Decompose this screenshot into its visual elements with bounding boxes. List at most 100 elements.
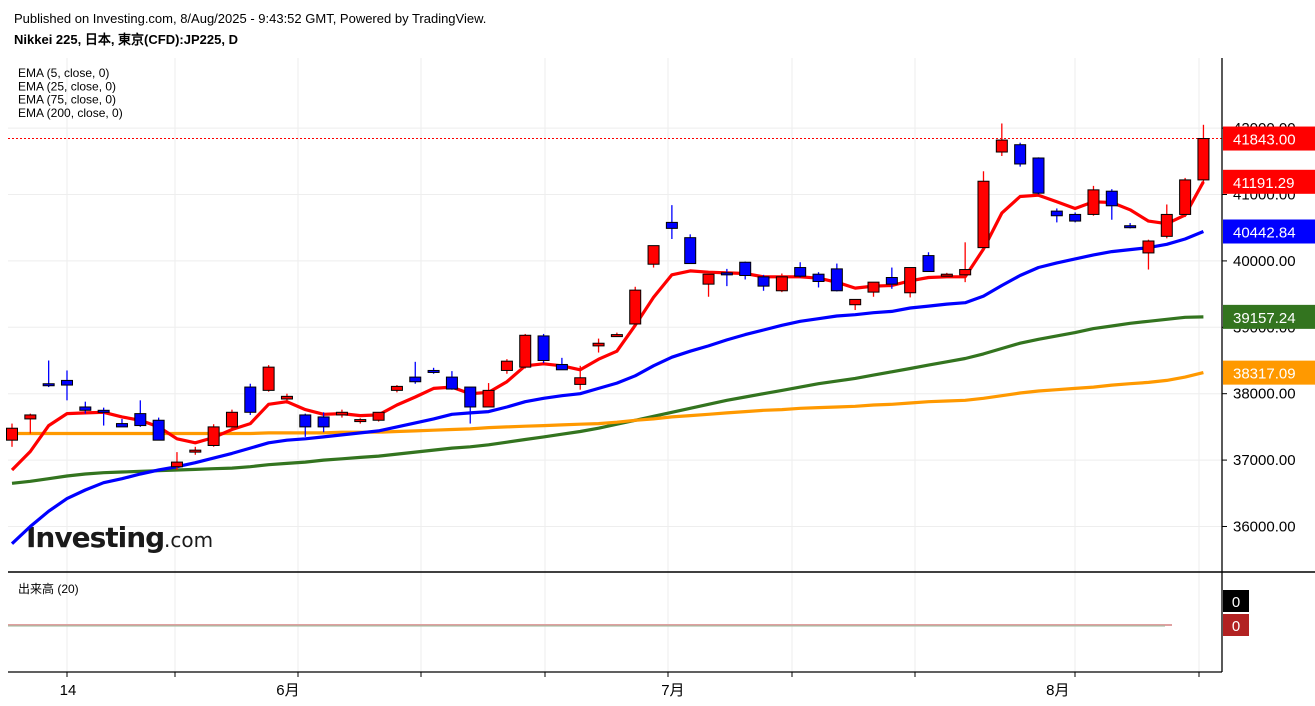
candle-body: [1032, 157, 1045, 194]
y-tick-label: 36000.00: [1233, 518, 1296, 535]
candle-body: [1197, 138, 1210, 181]
candle: [372, 411, 385, 422]
ema200-tag: 39157.24: [1223, 304, 1315, 329]
candle: [647, 245, 660, 268]
candle-body: [959, 269, 972, 276]
candle-body: [940, 273, 953, 277]
time-axis[interactable]: 14 6月 7月 8月: [60, 672, 1200, 699]
candle: [1105, 189, 1118, 220]
candle-body: [1105, 190, 1118, 207]
candle-body: [97, 409, 110, 413]
candle: [445, 371, 458, 390]
candle-body: [500, 360, 513, 371]
candle: [1124, 223, 1137, 229]
candle: [757, 274, 770, 291]
candle-body: [354, 419, 367, 423]
ema-legend-item: EMA (75, close, 0): [18, 93, 116, 107]
candle-body: [207, 426, 220, 446]
y-tick-label: 40000.00: [1233, 253, 1296, 270]
candle: [427, 367, 440, 374]
candle-body: [445, 376, 458, 390]
candle-body: [1160, 213, 1173, 237]
candlestick-chart[interactable]: Investing .com EMA (5, close, 0)EMA (25,…: [0, 0, 1315, 706]
candle: [684, 234, 697, 265]
ema25-tag: 40442.84: [1223, 219, 1315, 244]
last-price-tag-text: 41843.00: [1233, 132, 1296, 149]
volume-ma-tag: 0: [1223, 614, 1249, 636]
candle-body: [335, 411, 348, 416]
grid-lines: [8, 58, 1222, 672]
candle-body: [1087, 189, 1100, 215]
x-tick-label: 6月: [276, 682, 299, 699]
y-tick-label: 37000.00: [1233, 452, 1296, 469]
candle: [390, 385, 403, 393]
candle-body: [280, 395, 293, 400]
candle-body: [372, 411, 385, 421]
candle: [1087, 185, 1100, 216]
candle-body: [1142, 240, 1155, 254]
candle: [115, 418, 128, 428]
ema25-line: [10, 230, 1205, 545]
candle-body: [24, 414, 37, 420]
indicator-legend: EMA (5, close, 0)EMA (25, close, 0)EMA (…: [18, 66, 123, 120]
candle-body: [134, 413, 147, 427]
candle-body: [977, 180, 990, 249]
volume-pane: 出来高 (20) 0 0: [8, 581, 1249, 636]
candle-body: [152, 419, 165, 441]
candle: [592, 338, 605, 353]
candle: [152, 417, 165, 441]
candle: [482, 383, 495, 408]
chart-frame: [8, 58, 1315, 673]
candle: [207, 424, 220, 447]
candle-body: [1124, 225, 1137, 229]
candle: [500, 359, 513, 374]
candle-body: [1014, 144, 1027, 165]
candles: [6, 123, 1210, 471]
candle-body: [427, 369, 440, 373]
candle: [1197, 124, 1210, 184]
candle: [812, 272, 825, 288]
candle-body: [1069, 213, 1082, 222]
x-tick-label: 7月: [661, 682, 684, 699]
candle-body: [482, 389, 495, 408]
candle: [702, 273, 715, 297]
y-tick-label: 38000.00: [1233, 386, 1296, 403]
volume-ma-text: 0: [1232, 618, 1240, 635]
candle-body: [537, 335, 550, 361]
candle-body: [225, 411, 238, 428]
candle-body: [757, 276, 770, 287]
candle: [849, 298, 862, 311]
last-price-tag: 41843.00: [1223, 126, 1315, 151]
candle-body: [6, 427, 18, 441]
candle: [537, 333, 550, 364]
candle-body: [995, 139, 1008, 153]
candle-body: [830, 268, 843, 292]
candle-body: [629, 289, 642, 325]
candle-body: [115, 423, 128, 428]
candle: [60, 370, 73, 401]
candle: [1050, 208, 1063, 223]
candle: [1014, 142, 1027, 167]
candle-body: [409, 376, 422, 383]
investing-logo: Investing .com: [26, 521, 213, 554]
candle: [262, 365, 275, 392]
candle: [739, 261, 752, 280]
ema5-tag-text: 41191.29: [1233, 175, 1294, 192]
volume-value-tag: 0: [1223, 590, 1249, 612]
candle: [244, 383, 257, 415]
ema-lines: [8, 138, 1222, 545]
candle: [24, 413, 37, 434]
candle-body: [849, 298, 862, 306]
candle: [6, 423, 18, 447]
candle: [922, 252, 935, 273]
candle-body: [647, 245, 660, 265]
candle-body: [42, 383, 55, 387]
candle-body: [885, 277, 898, 285]
x-tick-label: 14: [60, 682, 77, 699]
candle: [830, 263, 843, 292]
candle-body: [555, 363, 568, 371]
volume-value-text: 0: [1232, 594, 1240, 611]
candle: [1160, 204, 1173, 239]
candle: [189, 446, 202, 455]
candle-body: [1179, 179, 1192, 215]
